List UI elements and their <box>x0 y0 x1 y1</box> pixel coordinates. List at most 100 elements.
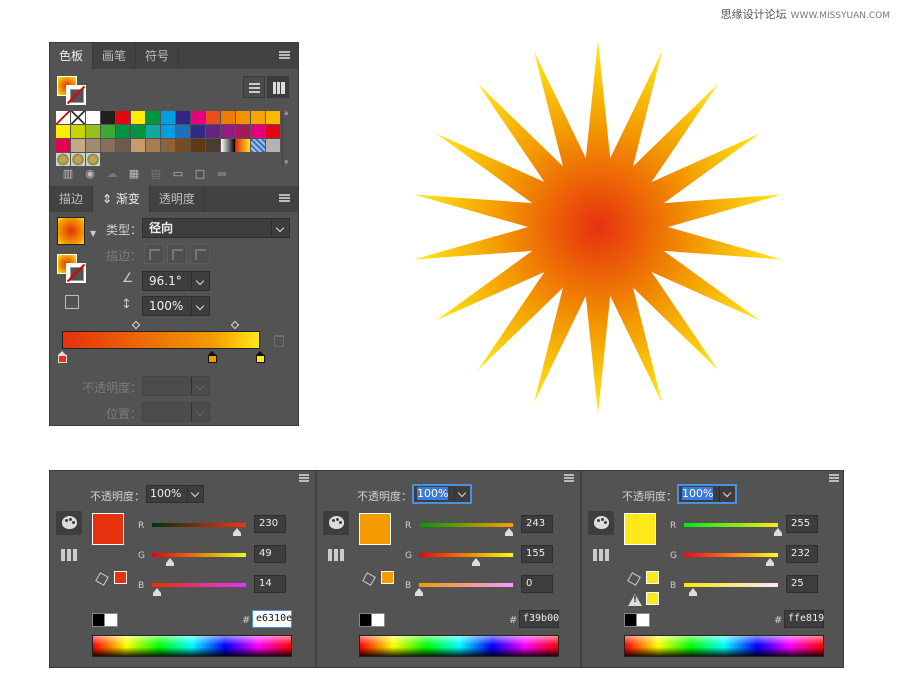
delete-swatch-icon[interactable]: ▬ <box>214 167 230 181</box>
new-folder-icon[interactable]: ▭ <box>170 167 186 181</box>
swatch[interactable] <box>116 111 130 124</box>
fill-color-swatch[interactable] <box>359 513 391 545</box>
gradient-stop[interactable] <box>57 351 67 363</box>
gradient-preview-thumbnail[interactable] <box>57 217 85 245</box>
swatch[interactable] <box>236 111 250 124</box>
opacity-field[interactable]: 100% <box>413 485 471 503</box>
black-white-swatches[interactable] <box>624 613 650 627</box>
swatch[interactable] <box>191 125 205 138</box>
stroke-swatch[interactable] <box>66 85 86 105</box>
tab-symbols[interactable]: 符号 <box>136 43 180 69</box>
aspect-ratio-field[interactable]: 100% <box>142 296 210 316</box>
swatch[interactable] <box>56 111 70 124</box>
swatch[interactable] <box>116 139 130 152</box>
swatch[interactable] <box>56 125 70 138</box>
gradient-bar[interactable] <box>62 331 260 349</box>
swatch[interactable] <box>266 125 280 138</box>
b-slider[interactable] <box>415 583 513 596</box>
swatch-scrollbar[interactable] <box>282 108 292 168</box>
hex-field[interactable]: f39b00 <box>519 610 559 628</box>
swatches-icon[interactable] <box>593 549 609 561</box>
panel-menu-icon[interactable] <box>279 51 290 59</box>
r-slider[interactable] <box>684 523 782 536</box>
r-value-field[interactable]: 255 <box>786 515 818 533</box>
hex-field[interactable]: e6310e <box>252 610 292 628</box>
swatch[interactable] <box>161 125 175 138</box>
swatch[interactable] <box>146 111 160 124</box>
stop-location-field[interactable] <box>142 402 210 422</box>
swatch[interactable] <box>101 111 115 124</box>
color-panel-button[interactable] <box>56 511 82 535</box>
opacity-field[interactable]: 100% <box>678 485 736 503</box>
delete-stop-icon[interactable] <box>274 335 284 347</box>
swatch[interactable] <box>266 139 280 152</box>
tab-swatches[interactable]: 色板 <box>50 43 94 69</box>
web-safe-swatch[interactable] <box>114 571 127 584</box>
color-spectrum[interactable] <box>359 635 559 657</box>
swatch[interactable] <box>86 125 100 138</box>
swatch[interactable] <box>146 125 160 138</box>
r-slider-thumb[interactable] <box>774 528 782 536</box>
reverse-gradient-icon[interactable] <box>65 295 79 309</box>
gradient-panel-menu-icon[interactable] <box>279 194 290 202</box>
gradient-type-select[interactable]: 径向 <box>142 218 290 238</box>
swatch[interactable] <box>56 139 70 152</box>
g-slider[interactable] <box>152 553 246 566</box>
list-view-button[interactable] <box>243 76 265 98</box>
color-panel-menu-icon[interactable] <box>299 474 309 482</box>
r-slider[interactable] <box>419 523 513 536</box>
swatch-library-icon[interactable]: ▥ <box>60 167 76 181</box>
r-slider-thumb[interactable] <box>504 528 513 536</box>
g-slider-thumb[interactable] <box>472 558 481 566</box>
swatch[interactable] <box>206 139 220 152</box>
starburst-artwork[interactable] <box>410 40 786 414</box>
stroke-along-button[interactable] <box>167 244 187 264</box>
swatch[interactable] <box>131 111 145 124</box>
swatch[interactable] <box>131 139 145 152</box>
swatch[interactable] <box>86 139 100 152</box>
color-panel-button[interactable] <box>323 511 349 535</box>
color-group-icon[interactable]: ▦ <box>126 167 142 181</box>
g-value-field[interactable]: 232 <box>786 545 818 563</box>
fill-color-swatch[interactable] <box>92 513 124 545</box>
b-value-field[interactable]: 0 <box>521 575 553 593</box>
swatch[interactable] <box>161 111 175 124</box>
new-swatch-icon[interactable]: □ <box>192 167 208 181</box>
black-white-swatches[interactable] <box>92 613 118 627</box>
stroke-across-button[interactable] <box>190 244 210 264</box>
swatch[interactable] <box>221 111 235 124</box>
gradient-preset-caret-icon[interactable]: ▼ <box>90 229 96 238</box>
swatch[interactable] <box>236 125 250 138</box>
gradient-stop[interactable] <box>207 351 217 363</box>
swatch[interactable] <box>71 125 85 138</box>
swatch[interactable] <box>251 125 265 138</box>
swatch[interactable] <box>161 139 175 152</box>
web-safe-swatch[interactable] <box>381 571 394 584</box>
color-panel-menu-icon[interactable] <box>564 474 574 482</box>
gradient-midpoint[interactable] <box>230 320 240 330</box>
color-panel-menu-icon[interactable] <box>829 474 839 482</box>
tab-transparency[interactable]: 透明度 <box>150 186 205 212</box>
gradient-fill-stroke-widget[interactable] <box>57 254 87 284</box>
tab-stroke[interactable]: 描边 <box>50 186 94 212</box>
swatch[interactable] <box>116 125 130 138</box>
opacity-field[interactable]: 100% <box>146 485 204 503</box>
in-gamut-swatch[interactable] <box>646 592 659 605</box>
r-slider-thumb[interactable] <box>232 528 241 536</box>
gradient-midpoint[interactable] <box>131 320 141 330</box>
swatch[interactable] <box>191 111 205 124</box>
tab-gradient[interactable]: ⇕ 渐变 <box>93 186 150 212</box>
swatch[interactable] <box>206 111 220 124</box>
color-panel-button[interactable] <box>588 511 614 535</box>
web-safe-swatch[interactable] <box>646 571 659 584</box>
swatch[interactable] <box>101 125 115 138</box>
fill-color-swatch[interactable] <box>624 513 656 545</box>
swatch[interactable] <box>86 111 100 124</box>
stop-opacity-field[interactable] <box>142 376 210 396</box>
swatch[interactable] <box>236 139 250 152</box>
starburst-shape[interactable] <box>413 40 783 414</box>
g-value-field[interactable]: 155 <box>521 545 553 563</box>
swatch[interactable] <box>221 139 235 152</box>
swatches-icon[interactable] <box>328 549 344 561</box>
swatch[interactable] <box>251 111 265 124</box>
